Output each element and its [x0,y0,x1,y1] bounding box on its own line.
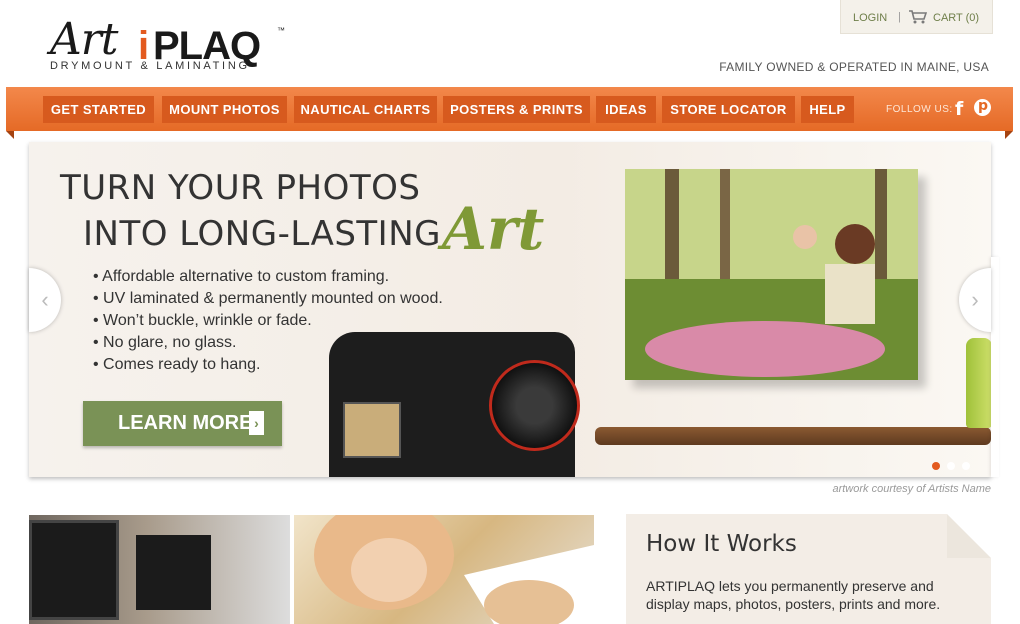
camera-image [329,332,580,477]
nav-help[interactable]: HELP [801,96,854,123]
gallery-sailboat-image[interactable] [29,515,290,624]
pinterest-icon[interactable]: p [974,98,991,116]
feature-item: • Won’t buckle, wrinkle or fade. [93,312,312,329]
slider-dot-2[interactable] [947,462,955,470]
slider-dots [932,457,977,475]
picture-frame [136,535,211,610]
slider-dot-3[interactable] [962,462,970,470]
pinterest-glyph: p [978,98,989,114]
how-it-works-panel: How It Works ARTIPLAQ lets you permanent… [626,514,991,624]
tagline: FAMILY OWNED & OPERATED IN MAINE, USA [719,60,989,74]
mounted-portrait-image[interactable] [294,515,594,624]
camera-lens [489,360,580,451]
learn-more-label: LEARN MORE [118,412,253,434]
sailboat-frame [29,520,119,620]
nav-posters-prints[interactable]: POSTERS & PRINTS [443,96,590,123]
login-link[interactable]: LOGIN [853,12,887,24]
green-vase [966,338,991,428]
logo-subtitle: DRYMOUNT & LAMINATING [50,60,250,72]
separator: | [898,11,901,23]
hero-headline-line1: TURN YOUR PHOTOS [60,168,421,208]
cart-icon[interactable] [909,10,927,24]
logo-art-script: Art [50,14,118,65]
hero-slider: TURN YOUR PHOTOS INTO LONG-LASTING Art •… [29,142,991,477]
cart-link[interactable]: CART (0) [933,12,979,24]
nav-get-started[interactable]: GET STARTED [43,96,154,123]
nav-nautical-charts[interactable]: NAUTICAL CHARTS [294,96,437,123]
learn-more-button[interactable]: LEARN MORE › [83,401,282,446]
woman-portrait-image [314,515,594,624]
nav-store-locator[interactable]: STORE LOCATOR [662,96,795,123]
logo-trademark: ™ [277,26,285,35]
how-it-works-text: ARTIPLAQ lets you permanently preserve a… [646,578,941,612]
facebook-icon[interactable]: f [955,98,963,120]
camera-screen [343,402,401,458]
mounted-photo [625,169,918,380]
account-box: LOGIN | CART (0) [840,0,993,34]
side-panel [991,257,999,477]
slider-dot-1[interactable] [932,462,940,470]
wooden-table [595,427,991,445]
how-it-works-title: How It Works [646,531,797,557]
feature-item: • Affordable alternative to custom frami… [93,268,390,285]
main-nav: GET STARTED MOUNT PHOTOS NAUTICAL CHARTS… [6,87,1013,139]
hero-headline-line2: INTO LONG-LASTING [83,214,441,254]
artwork-credit: artwork courtesy of Artists Name [832,483,991,495]
feature-item: • UV laminated & permanently mounted on … [93,290,443,307]
chevron-right-icon: › [249,411,264,435]
hero-art-word: Art [442,195,545,263]
nav-mount-photos[interactable]: MOUNT PHOTOS [162,96,287,123]
mother-child-photo-image [625,169,918,380]
follow-us-label: FOLLOW US: [886,104,953,115]
nav-ideas[interactable]: IDEAS [596,96,656,123]
